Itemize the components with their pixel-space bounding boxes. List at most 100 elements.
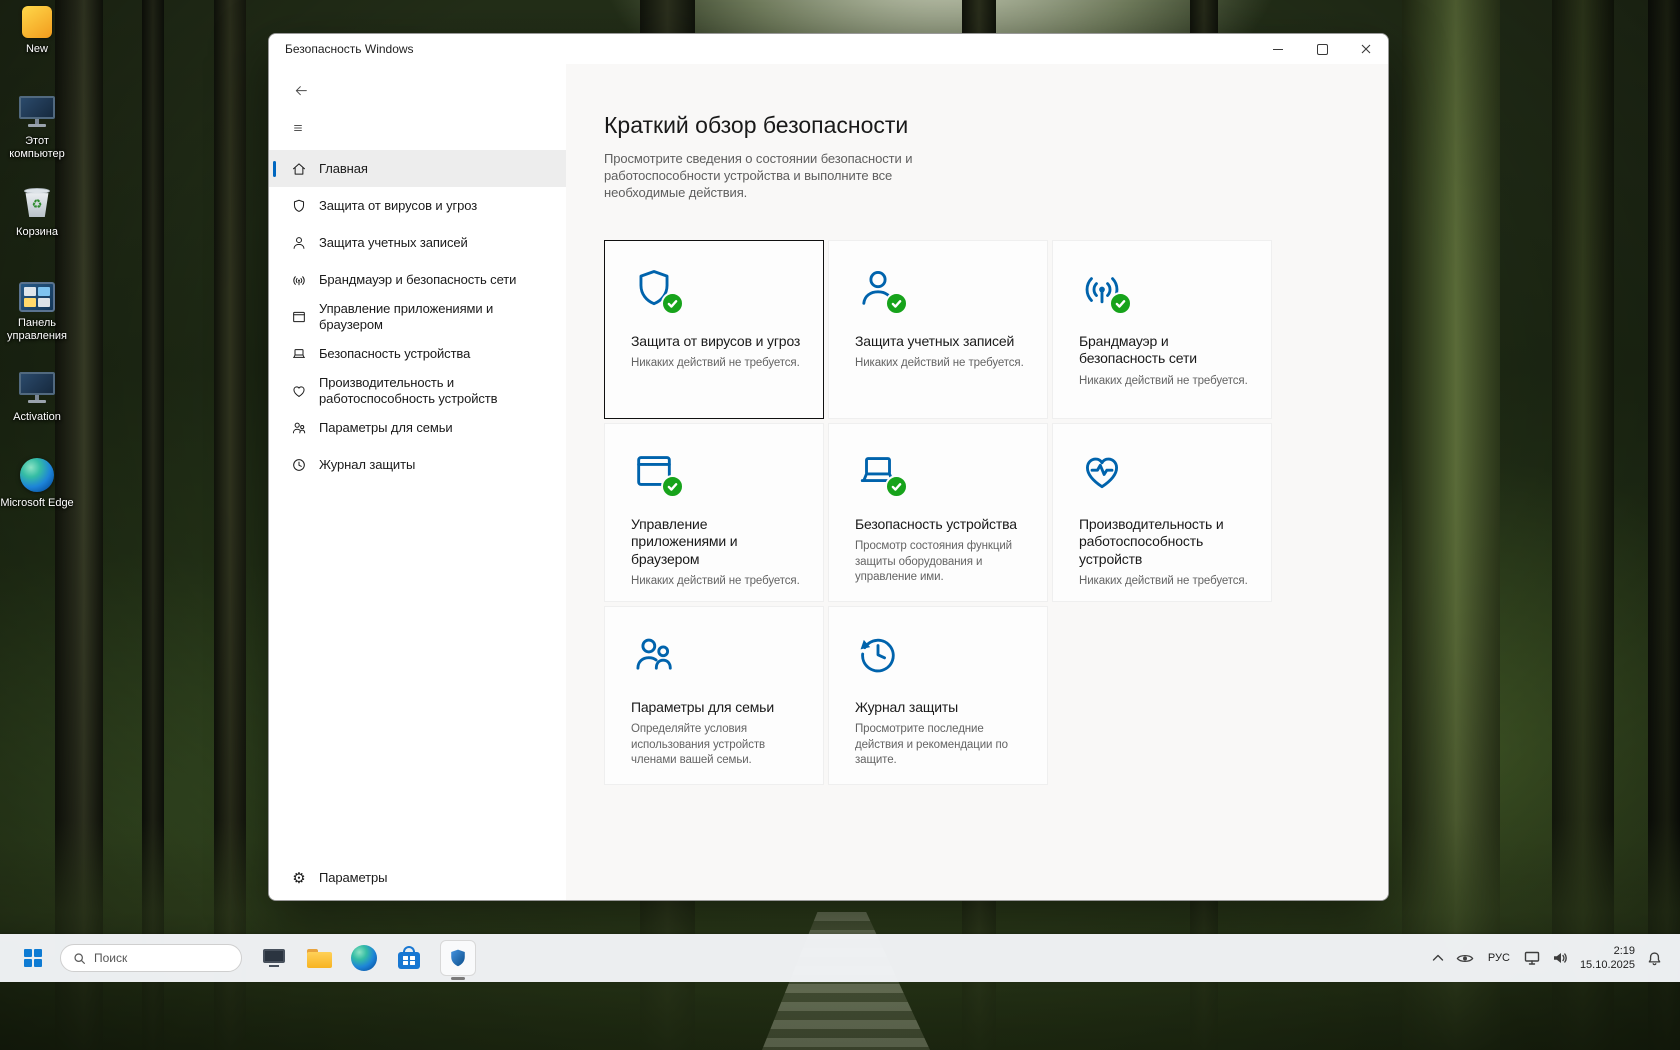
family-icon [291, 420, 307, 436]
sidebar-item-app-browser-control[interactable]: Управление приложениями и браузером [269, 298, 566, 335]
notifications-bell-icon[interactable] [1647, 951, 1662, 966]
tile-firewall[interactable]: Брандмауэр и безопасность сети Никаких д… [1052, 240, 1272, 419]
eye-icon[interactable] [1456, 953, 1474, 964]
language-indicator[interactable]: РУС [1486, 952, 1512, 964]
sidebar-item-label: Журнал защиты [319, 457, 415, 473]
sidebar-item-label: Безопасность устройства [319, 346, 470, 362]
close-button[interactable] [1344, 34, 1388, 64]
tile-title: Журнал защиты [855, 699, 1029, 717]
tile-description: Просмотрите последние действия и рекомен… [855, 722, 1029, 769]
taskbar-edge-icon[interactable] [350, 944, 378, 972]
status-ok-badge [661, 475, 684, 498]
desktop-icon-new[interactable]: New [0, 6, 77, 56]
sidebar-item-firewall[interactable]: Брандмауэр и безопасность сети [269, 261, 566, 298]
sidebar-item-virus-protection[interactable]: Защита от вирусов и угроз [269, 187, 566, 224]
health-icon [291, 383, 307, 399]
sidebar-item-label: Главная [319, 161, 368, 177]
tile-account-protection[interactable]: Защита учетных записей Никаких действий … [828, 240, 1048, 419]
clock[interactable]: 2:19 15.10.2025 [1580, 944, 1635, 973]
device-icon [291, 346, 307, 362]
desktop-icon-recycle-bin[interactable]: ♻ Корзина [0, 188, 77, 239]
new-app-icon [22, 6, 52, 38]
volume-icon[interactable] [1552, 951, 1568, 965]
control-panel-icon [19, 282, 55, 312]
system-tray: РУС 2:19 15.10.2025 [1432, 944, 1666, 973]
status-ok-badge [1109, 292, 1132, 315]
recycle-bin-icon: ♻ [23, 188, 51, 221]
taskbar-computer-icon[interactable] [260, 944, 288, 972]
sidebar: Главная Защита от вирусов и угроз Защита… [269, 64, 566, 900]
tile-device-health[interactable]: Производительность и работоспособность у… [1052, 423, 1272, 602]
taskbar-store-icon[interactable] [395, 944, 423, 972]
desktop-icon-label: Activation [0, 411, 77, 424]
health-icon [1079, 448, 1125, 494]
window-title: Безопасность Windows [269, 42, 414, 56]
sidebar-item-label: Защита от вирусов и угроз [319, 198, 477, 214]
tile-app-browser-control[interactable]: Управление приложениями и браузером Ника… [604, 423, 824, 602]
tile-description: Просмотр состояния функций защиты оборуд… [855, 539, 1029, 586]
sidebar-item-label: Производительность и работоспособность у… [319, 375, 531, 407]
search-placeholder: Поиск [94, 951, 127, 965]
history-icon [855, 631, 901, 677]
activation-icon [18, 372, 56, 406]
hamburger-menu-button[interactable] [287, 118, 309, 138]
desktop-icon-label: Корзина [0, 226, 77, 239]
tile-description: Никаких действий не требуется. [1079, 574, 1253, 590]
sidebar-item-device-health[interactable]: Производительность и работоспособность у… [269, 372, 566, 409]
tile-title: Параметры для семьи [631, 699, 805, 717]
status-ok-badge [661, 292, 684, 315]
tile-title: Брандмауэр и безопасность сети [1079, 333, 1253, 368]
family-icon [631, 631, 677, 677]
desktop-icon-edge[interactable]: Microsoft Edge [0, 458, 77, 510]
sidebar-item-home[interactable]: Главная [269, 150, 566, 187]
start-button[interactable] [14, 939, 52, 977]
tile-title: Безопасность устройства [855, 516, 1029, 534]
sidebar-item-family-options[interactable]: Параметры для семьи [269, 409, 566, 446]
window-titlebar: Безопасность Windows [269, 34, 1388, 64]
taskbar-windows-security-icon[interactable] [440, 940, 476, 976]
sidebar-item-settings[interactable]: ⚙ Параметры [269, 860, 566, 900]
store-icon [397, 946, 421, 970]
apps-icon [631, 448, 677, 494]
taskbar-apps [260, 940, 476, 976]
apps-icon [291, 309, 307, 325]
tile-virus-protection[interactable]: Защита от вирусов и угроз Никаких действ… [604, 240, 824, 419]
sidebar-item-label: Управление приложениями и браузером [319, 301, 531, 333]
maximize-button[interactable] [1300, 34, 1344, 64]
main-content: Краткий обзор безопасности Просмотрите с… [566, 64, 1388, 900]
minimize-button[interactable] [1256, 34, 1300, 64]
history-icon [291, 457, 307, 473]
this-pc-icon [18, 96, 56, 130]
taskbar-explorer-icon[interactable] [305, 944, 333, 972]
status-ok-badge [885, 292, 908, 315]
shield-icon [631, 265, 677, 311]
network-icon[interactable] [1524, 951, 1540, 965]
desktop-icon-control-panel[interactable]: Панель управления [0, 282, 77, 343]
tray-time: 2:19 [1580, 944, 1635, 958]
sidebar-item-protection-history[interactable]: Журнал защиты [269, 446, 566, 483]
edge-icon [351, 945, 377, 971]
tile-family-options[interactable]: Параметры для семьи Определяйте условия … [604, 606, 824, 785]
page-title: Краткий обзор безопасности [604, 112, 1388, 139]
desktop-icon-activation[interactable]: Activation [0, 372, 77, 424]
sidebar-item-account-protection[interactable]: Защита учетных записей [269, 224, 566, 261]
tile-description: Никаких действий не требуется. [631, 574, 805, 590]
tray-date: 15.10.2025 [1580, 958, 1635, 972]
desktop-icon-this-pc[interactable]: Этот компьютер [0, 96, 77, 161]
tile-protection-history[interactable]: Журнал защиты Просмотрите последние дейс… [828, 606, 1048, 785]
network-icon [1079, 265, 1125, 311]
gear-icon: ⚙ [291, 871, 307, 886]
tile-title: Производительность и работоспособность у… [1079, 516, 1253, 569]
tile-device-security[interactable]: Безопасность устройства Просмотр состоян… [828, 423, 1048, 602]
show-hidden-icons-chevron[interactable] [1432, 954, 1444, 962]
security-tiles-grid: Защита от вирусов и угроз Никаких действ… [604, 240, 1272, 785]
status-ok-badge [885, 475, 908, 498]
back-button[interactable] [287, 80, 315, 102]
sidebar-item-device-security[interactable]: Безопасность устройства [269, 335, 566, 372]
active-app-indicator [451, 977, 465, 980]
shield-icon [291, 198, 307, 214]
search-icon [73, 952, 86, 965]
desktop-icon-label: Этот компьютер [0, 135, 77, 161]
sidebar-item-label: Параметры для семьи [319, 420, 453, 436]
taskbar-search[interactable]: Поиск [60, 944, 242, 972]
